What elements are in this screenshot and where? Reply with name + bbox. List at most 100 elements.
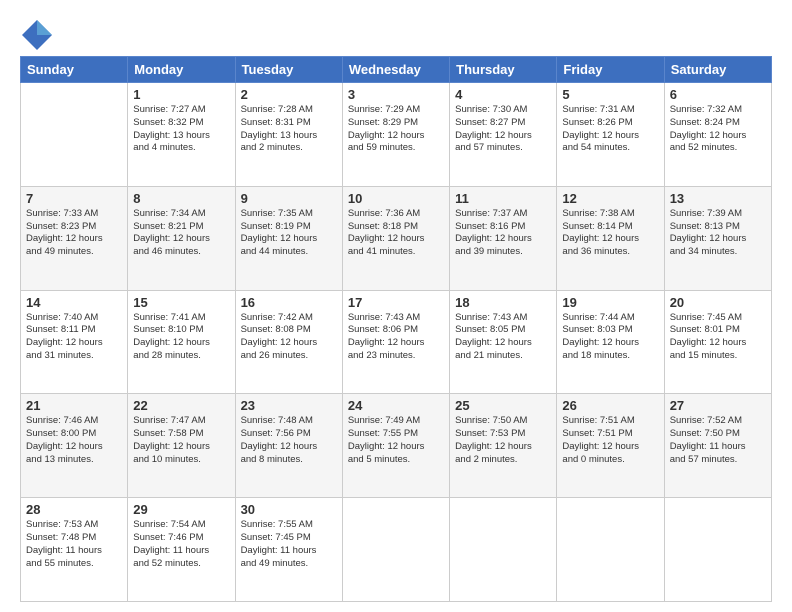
day-number: 3 xyxy=(348,87,444,102)
weekday-tuesday: Tuesday xyxy=(235,57,342,83)
day-number: 6 xyxy=(670,87,766,102)
day-number: 26 xyxy=(562,398,658,413)
calendar-cell xyxy=(342,498,449,602)
calendar-cell: 14 Sunrise: 7:40 AM Sunset: 8:11 PM Dayli… xyxy=(21,290,128,394)
calendar-cell: 6 Sunrise: 7:32 AM Sunset: 8:24 PM Daylig… xyxy=(664,83,771,187)
day-info: Sunrise: 7:43 AM Sunset: 8:06 PM Dayligh… xyxy=(348,312,444,363)
calendar-table: SundayMondayTuesdayWednesdayThursdayFrid… xyxy=(20,56,772,602)
day-info: Sunrise: 7:41 AM Sunset: 8:10 PM Dayligh… xyxy=(133,312,229,363)
day-info: Sunrise: 7:34 AM Sunset: 8:21 PM Dayligh… xyxy=(133,208,229,259)
weekday-wednesday: Wednesday xyxy=(342,57,449,83)
day-info: Sunrise: 7:38 AM Sunset: 8:14 PM Dayligh… xyxy=(562,208,658,259)
calendar-cell: 18 Sunrise: 7:43 AM Sunset: 8:05 PM Dayli… xyxy=(450,290,557,394)
calendar-cell: 8 Sunrise: 7:34 AM Sunset: 8:21 PM Daylig… xyxy=(128,186,235,290)
logo xyxy=(20,18,56,48)
day-info: Sunrise: 7:36 AM Sunset: 8:18 PM Dayligh… xyxy=(348,208,444,259)
day-number: 16 xyxy=(241,295,337,310)
calendar-cell: 26Sunrise: 7:51 AM Sunset: 7:51 PM Dayli… xyxy=(557,394,664,498)
day-number: 14 xyxy=(26,295,122,310)
calendar-cell: 11 Sunrise: 7:37 AM Sunset: 8:16 PM Dayli… xyxy=(450,186,557,290)
day-number: 20 xyxy=(670,295,766,310)
day-number: 13 xyxy=(670,191,766,206)
calendar-cell: 1 Sunrise: 7:27 AM Sunset: 8:32 PM Daylig… xyxy=(128,83,235,187)
weekday-monday: Monday xyxy=(128,57,235,83)
day-info: Sunrise: 7:32 AM Sunset: 8:24 PM Dayligh… xyxy=(670,104,766,155)
calendar-cell: 16 Sunrise: 7:42 AM Sunset: 8:08 PM Dayli… xyxy=(235,290,342,394)
day-info: Sunrise: 7:42 AM Sunset: 8:08 PM Dayligh… xyxy=(241,312,337,363)
calendar-cell: 17 Sunrise: 7:43 AM Sunset: 8:06 PM Dayli… xyxy=(342,290,449,394)
week-row-2: 14 Sunrise: 7:40 AM Sunset: 8:11 PM Dayli… xyxy=(21,290,772,394)
day-info: Sunrise: 7:44 AM Sunset: 8:03 PM Dayligh… xyxy=(562,312,658,363)
calendar-cell: 12 Sunrise: 7:38 AM Sunset: 8:14 PM Dayli… xyxy=(557,186,664,290)
calendar-cell: 4Sunrise: 7:30 AM Sunset: 8:27 PM Daylig… xyxy=(450,83,557,187)
calendar-cell: 20 Sunrise: 7:45 AM Sunset: 8:01 PM Dayli… xyxy=(664,290,771,394)
weekday-friday: Friday xyxy=(557,57,664,83)
day-number: 18 xyxy=(455,295,551,310)
header xyxy=(20,18,772,48)
calendar-cell: 3 Sunrise: 7:29 AM Sunset: 8:29 PM Daylig… xyxy=(342,83,449,187)
calendar-cell: 13 Sunrise: 7:39 AM Sunset: 8:13 PM Dayli… xyxy=(664,186,771,290)
day-number: 19 xyxy=(562,295,658,310)
day-info: Sunrise: 7:49 AM Sunset: 7:55 PM Dayligh… xyxy=(348,415,444,466)
day-info: Sunrise: 7:31 AM Sunset: 8:26 PM Dayligh… xyxy=(562,104,658,155)
calendar-cell: 24 Sunrise: 7:49 AM Sunset: 7:55 PM Dayli… xyxy=(342,394,449,498)
weekday-saturday: Saturday xyxy=(664,57,771,83)
calendar-cell xyxy=(664,498,771,602)
day-info: Sunrise: 7:50 AM Sunset: 7:53 PM Dayligh… xyxy=(455,415,551,466)
day-number: 12 xyxy=(562,191,658,206)
calendar-cell: 5 Sunrise: 7:31 AM Sunset: 8:26 PM Daylig… xyxy=(557,83,664,187)
day-info: Sunrise: 7:35 AM Sunset: 8:19 PM Dayligh… xyxy=(241,208,337,259)
day-info: Sunrise: 7:47 AM Sunset: 7:58 PM Dayligh… xyxy=(133,415,229,466)
day-number: 28 xyxy=(26,502,122,517)
day-number: 23 xyxy=(241,398,337,413)
weekday-thursday: Thursday xyxy=(450,57,557,83)
calendar-cell: 25Sunrise: 7:50 AM Sunset: 7:53 PM Dayli… xyxy=(450,394,557,498)
day-number: 11 xyxy=(455,191,551,206)
calendar-cell xyxy=(21,83,128,187)
day-number: 24 xyxy=(348,398,444,413)
day-info: Sunrise: 7:43 AM Sunset: 8:05 PM Dayligh… xyxy=(455,312,551,363)
day-info: Sunrise: 7:33 AM Sunset: 8:23 PM Dayligh… xyxy=(26,208,122,259)
page: SundayMondayTuesdayWednesdayThursdayFrid… xyxy=(0,0,792,612)
calendar-cell: 22 Sunrise: 7:47 AM Sunset: 7:58 PM Dayli… xyxy=(128,394,235,498)
calendar-cell: 7 Sunrise: 7:33 AM Sunset: 8:23 PM Daylig… xyxy=(21,186,128,290)
day-number: 27 xyxy=(670,398,766,413)
day-info: Sunrise: 7:55 AM Sunset: 7:45 PM Dayligh… xyxy=(241,519,337,570)
day-info: Sunrise: 7:27 AM Sunset: 8:32 PM Dayligh… xyxy=(133,104,229,155)
day-info: Sunrise: 7:45 AM Sunset: 8:01 PM Dayligh… xyxy=(670,312,766,363)
day-number: 5 xyxy=(562,87,658,102)
day-info: Sunrise: 7:40 AM Sunset: 8:11 PM Dayligh… xyxy=(26,312,122,363)
day-info: Sunrise: 7:29 AM Sunset: 8:29 PM Dayligh… xyxy=(348,104,444,155)
calendar-cell: 27Sunrise: 7:52 AM Sunset: 7:50 PM Dayli… xyxy=(664,394,771,498)
day-number: 30 xyxy=(241,502,337,517)
calendar-cell: 23 Sunrise: 7:48 AM Sunset: 7:56 PM Dayli… xyxy=(235,394,342,498)
day-info: Sunrise: 7:37 AM Sunset: 8:16 PM Dayligh… xyxy=(455,208,551,259)
calendar-cell: 15 Sunrise: 7:41 AM Sunset: 8:10 PM Dayli… xyxy=(128,290,235,394)
calendar-cell: 29Sunrise: 7:54 AM Sunset: 7:46 PM Dayli… xyxy=(128,498,235,602)
day-number: 8 xyxy=(133,191,229,206)
day-number: 21 xyxy=(26,398,122,413)
week-row-0: 1 Sunrise: 7:27 AM Sunset: 8:32 PM Daylig… xyxy=(21,83,772,187)
day-number: 10 xyxy=(348,191,444,206)
calendar-cell xyxy=(557,498,664,602)
day-number: 22 xyxy=(133,398,229,413)
calendar-cell xyxy=(450,498,557,602)
day-info: Sunrise: 7:46 AM Sunset: 8:00 PM Dayligh… xyxy=(26,415,122,466)
weekday-sunday: Sunday xyxy=(21,57,128,83)
week-row-4: 28 Sunrise: 7:53 AM Sunset: 7:48 PM Dayli… xyxy=(21,498,772,602)
calendar-cell: 30 Sunrise: 7:55 AM Sunset: 7:45 PM Dayli… xyxy=(235,498,342,602)
calendar-cell: 2Sunrise: 7:28 AM Sunset: 8:31 PM Daylig… xyxy=(235,83,342,187)
weekday-header-row: SundayMondayTuesdayWednesdayThursdayFrid… xyxy=(21,57,772,83)
day-info: Sunrise: 7:48 AM Sunset: 7:56 PM Dayligh… xyxy=(241,415,337,466)
calendar-cell: 10 Sunrise: 7:36 AM Sunset: 8:18 PM Dayli… xyxy=(342,186,449,290)
day-number: 7 xyxy=(26,191,122,206)
calendar-cell: 28 Sunrise: 7:53 AM Sunset: 7:48 PM Dayli… xyxy=(21,498,128,602)
day-number: 1 xyxy=(133,87,229,102)
calendar-cell: 21 Sunrise: 7:46 AM Sunset: 8:00 PM Dayli… xyxy=(21,394,128,498)
day-info: Sunrise: 7:53 AM Sunset: 7:48 PM Dayligh… xyxy=(26,519,122,570)
day-number: 2 xyxy=(241,87,337,102)
day-number: 15 xyxy=(133,295,229,310)
day-number: 17 xyxy=(348,295,444,310)
day-info: Sunrise: 7:39 AM Sunset: 8:13 PM Dayligh… xyxy=(670,208,766,259)
logo-icon xyxy=(20,18,50,48)
